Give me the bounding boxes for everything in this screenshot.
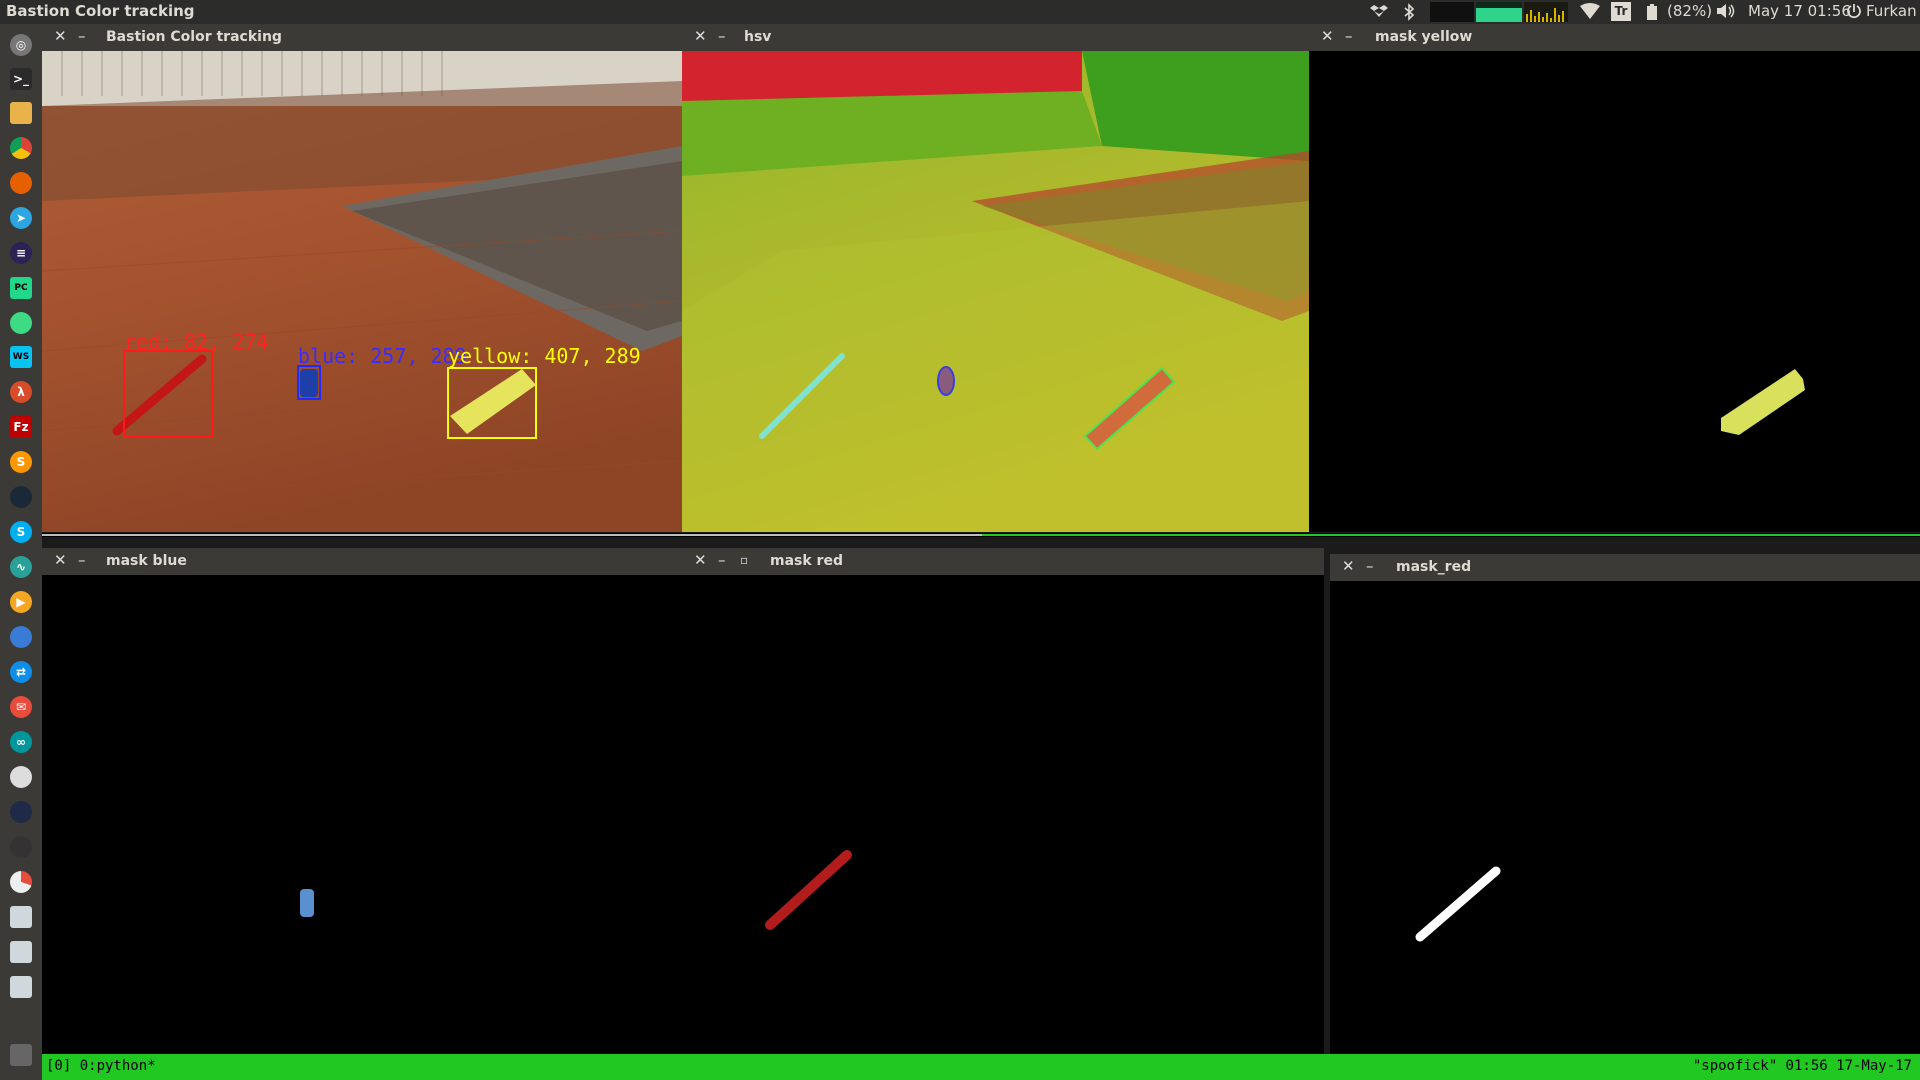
window-mask-blue[interactable]: ✕ – mask blue xyxy=(42,548,682,1054)
filezilla-icon[interactable]: Fz xyxy=(10,416,32,438)
top-panel: Bastion Color tracking Tr (82%) May 17 0… xyxy=(0,0,1920,24)
network-icon[interactable] xyxy=(10,626,32,648)
webstorm-icon[interactable]: WS xyxy=(10,346,32,368)
blue-blob xyxy=(300,889,314,917)
minimize-icon[interactable]: – xyxy=(718,27,726,45)
system-monitor-launcher-icon[interactable]: ∿ xyxy=(10,556,32,578)
tmux-status-bar: [0] 0:python* "spoofick" 01:56 17-May-17 xyxy=(42,1054,1920,1080)
yellow-label: yellow: 407, 289 xyxy=(448,344,641,368)
power-icon[interactable] xyxy=(1846,3,1862,25)
minimize-icon[interactable]: – xyxy=(78,551,86,569)
trash-icon[interactable] xyxy=(10,1044,32,1066)
telegram-icon[interactable]: ➤ xyxy=(10,207,32,229)
settings-icon[interactable] xyxy=(10,766,32,788)
keyboard-layout-icon[interactable]: Tr xyxy=(1611,2,1631,21)
mask-red-frame xyxy=(682,575,1324,1054)
mask-red-binary-frame xyxy=(1330,581,1920,1054)
lambda-icon[interactable]: λ xyxy=(10,381,32,403)
window-mask-red[interactable]: ✕ – ▫ mask red xyxy=(682,548,1324,1054)
blue-object xyxy=(300,369,318,397)
chrome-icon[interactable] xyxy=(10,137,32,159)
script-icon-2[interactable] xyxy=(10,941,32,963)
battery-icon[interactable] xyxy=(1646,3,1658,25)
wifi-icon[interactable] xyxy=(1580,3,1600,23)
system-monitor-icon[interactable] xyxy=(1430,2,1570,26)
minimize-icon[interactable]: – xyxy=(718,551,726,569)
pane-divider xyxy=(42,533,1920,537)
window-title: mask red xyxy=(770,553,843,569)
launcher: ◎ >_ ➤ ≡ PC WS λ Fz S S ∿ ▶ ⇄ ✉ ∞ xyxy=(0,24,43,1080)
teamviewer-icon[interactable]: ⇄ xyxy=(10,661,32,683)
dash-home-icon[interactable]: ◎ xyxy=(10,34,32,56)
blue-label: blue: 257, 289 xyxy=(298,344,467,368)
titlebar[interactable]: ✕ – ▫ mask red xyxy=(682,548,1324,575)
titlebar[interactable]: ✕ – Bastion Color tracking xyxy=(42,24,682,51)
files-icon[interactable] xyxy=(10,102,32,124)
close-icon[interactable]: ✕ xyxy=(54,551,67,569)
camera-frame: red: 82, 274 blue: 257, 289 yellow: 407,… xyxy=(42,51,682,532)
window-mask-yellow[interactable]: ✕ – mask yellow xyxy=(1309,24,1920,532)
active-app-title: Bastion Color tracking xyxy=(6,2,195,20)
obs-icon[interactable] xyxy=(10,801,32,823)
window-mask-red-binary[interactable]: ✕ – mask_red xyxy=(1330,554,1920,1054)
maximize-icon[interactable]: ▫ xyxy=(740,553,748,567)
sublime-icon[interactable]: S xyxy=(10,451,32,473)
titlebar[interactable]: ✕ – hsv xyxy=(682,24,1309,51)
player-icon[interactable]: ▶ xyxy=(10,591,32,613)
firefox-icon[interactable] xyxy=(10,172,32,194)
close-icon[interactable]: ✕ xyxy=(1321,27,1334,45)
android-studio-icon[interactable] xyxy=(10,312,32,334)
hsv-frame xyxy=(682,51,1309,532)
dropbox-icon[interactable] xyxy=(1370,3,1388,23)
bluetooth-icon[interactable] xyxy=(1403,3,1415,25)
mask-blue-frame xyxy=(42,575,682,1054)
mask-yellow-frame xyxy=(1309,51,1920,532)
skype-icon[interactable]: S xyxy=(10,521,32,543)
window-title: mask yellow xyxy=(1375,29,1473,45)
blue-object-hsv xyxy=(937,366,955,396)
close-icon[interactable]: ✕ xyxy=(694,27,707,45)
window-title: hsv xyxy=(744,29,772,45)
tmux-window-list[interactable]: [0] 0:python* xyxy=(46,1058,156,1074)
close-icon[interactable]: ✕ xyxy=(1342,557,1355,575)
minimize-icon[interactable]: – xyxy=(1366,557,1374,575)
titlebar[interactable]: ✕ – mask_red xyxy=(1330,554,1920,581)
pycharm-icon[interactable]: PC xyxy=(10,277,32,299)
window-title: Bastion Color tracking xyxy=(106,29,282,45)
window-color-tracking[interactable]: ✕ – Bastion Color tracking red: 82, 274 … xyxy=(42,24,682,532)
titlebar[interactable]: ✕ – mask blue xyxy=(42,548,682,575)
red-label: red: 82, 274 xyxy=(124,330,269,354)
mail-icon[interactable]: ✉ xyxy=(10,696,32,718)
script-icon[interactable] xyxy=(10,906,32,928)
close-icon[interactable]: ✕ xyxy=(54,27,67,45)
tmux-status-right: "spoofick" 01:56 17-May-17 xyxy=(1692,1058,1912,1074)
eclipse-icon[interactable]: ≡ xyxy=(10,242,32,264)
script-icon-3[interactable] xyxy=(10,976,32,998)
arduino-icon[interactable]: ∞ xyxy=(10,731,32,753)
terminal-icon[interactable]: >_ xyxy=(10,68,32,90)
paint-icon[interactable] xyxy=(10,836,32,858)
minimize-icon[interactable]: – xyxy=(1345,27,1353,45)
clock[interactable]: May 17 01:56 xyxy=(1748,2,1851,20)
close-icon[interactable]: ✕ xyxy=(694,551,707,569)
window-hsv[interactable]: ✕ – hsv xyxy=(682,24,1309,532)
battery-percentage[interactable]: (82%) xyxy=(1667,2,1712,20)
window-title: mask_red xyxy=(1396,559,1472,575)
user-name[interactable]: Furkan xyxy=(1866,2,1917,20)
titlebar[interactable]: ✕ – mask yellow xyxy=(1309,24,1920,51)
window-title: mask blue xyxy=(106,553,187,569)
minimize-icon[interactable]: – xyxy=(78,27,86,45)
steam-icon[interactable] xyxy=(10,486,32,508)
volume-icon[interactable] xyxy=(1716,3,1736,23)
chart-icon[interactable] xyxy=(10,871,32,893)
